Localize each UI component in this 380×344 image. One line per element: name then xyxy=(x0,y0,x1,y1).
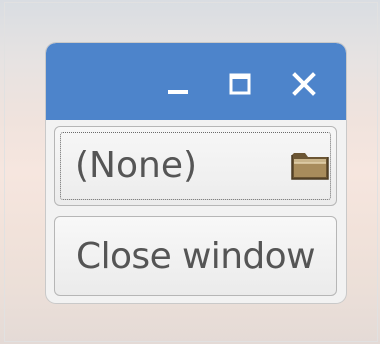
close-window-button[interactable]: Close window xyxy=(54,216,337,296)
minimize-button[interactable] xyxy=(162,68,194,100)
title-bar[interactable] xyxy=(46,43,346,120)
close-window-label: Close window xyxy=(76,236,316,277)
maximize-icon xyxy=(229,73,251,95)
maximize-button[interactable] xyxy=(224,68,256,100)
file-chooser-button[interactable]: (None) xyxy=(54,126,337,206)
close-icon xyxy=(292,72,316,96)
file-chooser-value: (None) xyxy=(75,145,198,186)
window-content: (None) Close window xyxy=(46,120,346,303)
dialog-window: (None) Close window xyxy=(46,43,346,303)
close-window-titlebar-button[interactable] xyxy=(288,68,320,100)
folder-icon xyxy=(291,153,329,180)
minimize-icon xyxy=(168,90,188,94)
